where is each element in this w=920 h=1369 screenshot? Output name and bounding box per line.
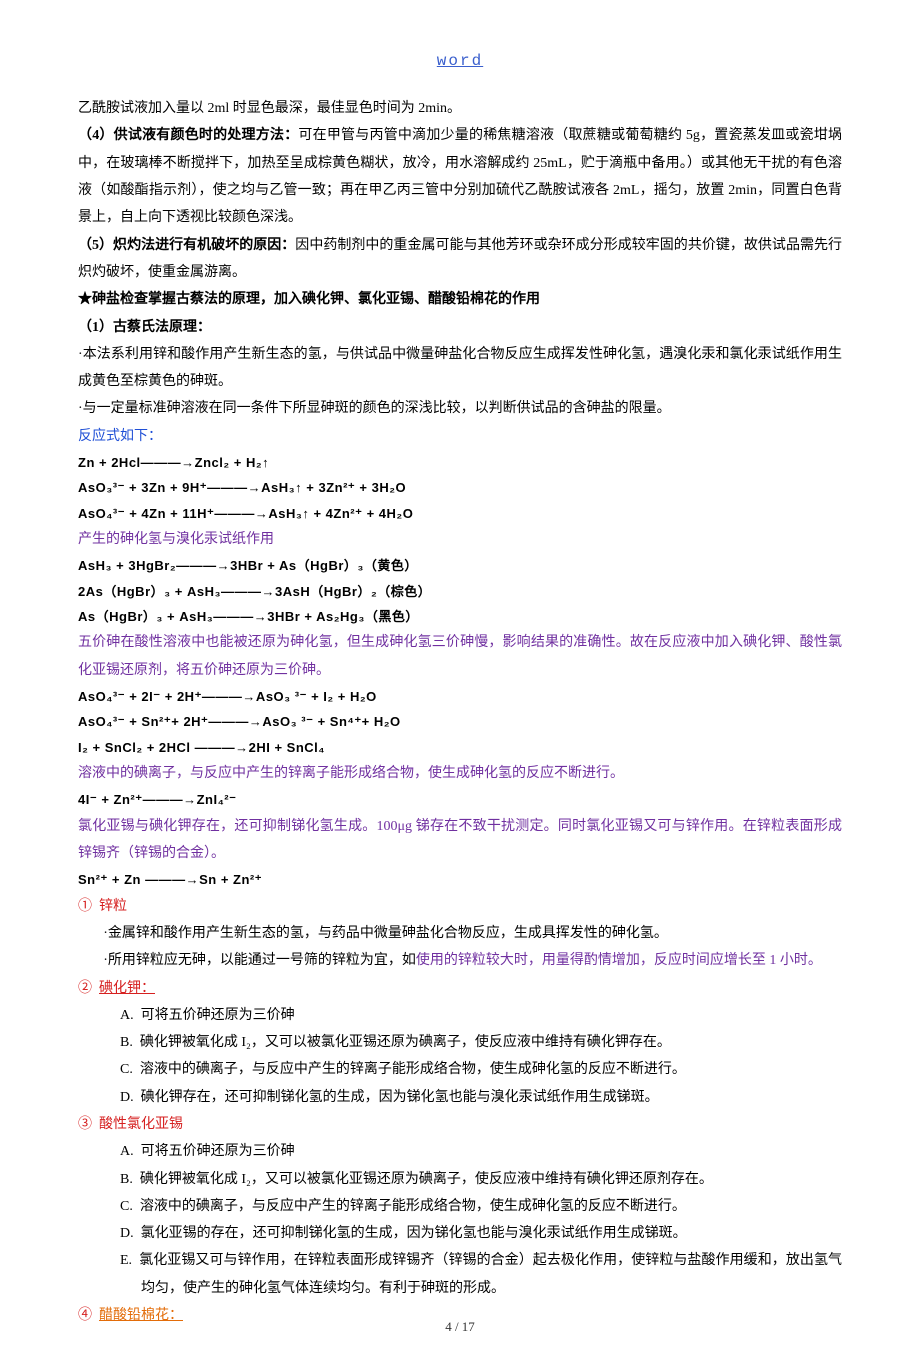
ki-item-c: C. 溶液中的碘离子，与反应中产生的锌离子能形成络合物，使生成砷化氢的反应不断进… (78, 1056, 842, 1083)
circled-1-bullet-1: ·金属锌和酸作用产生新生态的氢，与药品中微量砷盐化合物反应，生成具挥发性的砷化氢… (78, 920, 842, 947)
section-5: （5）炽灼法进行有机破坏的原因：因中药制剂中的重金属可能与其他芳环或杂环成分形成… (78, 232, 842, 287)
circled-1-bullet-2a: ·所用锌粒应无砷，以能通过一号筛的锌粒为宜，如 (103, 953, 416, 968)
ki-item-a: A. 可将五价砷还原为三价砷 (78, 1002, 842, 1029)
sncl-item-a-text: 可将五价砷还原为三价砷 (141, 1144, 295, 1159)
page-header: word (78, 46, 842, 77)
gucai-principle-label: （1）古蔡氏法原理： (78, 314, 842, 341)
equation-7: AsO₄³⁻ + 2I⁻ + 2H⁺———→AsO₃ ³⁻ + I₂ + H₂O (78, 684, 842, 709)
paragraph-intro: 乙酰胺试液加入量以 2ml 时显色最深，最佳显色时间为 2min。 (78, 95, 842, 122)
document-page: word 乙酰胺试液加入量以 2ml 时显色最深，最佳显色时间为 2min。 （… (0, 0, 920, 1369)
circled-2-heading: ② 碘化钾： (78, 975, 842, 1002)
letter-b: B. (120, 1172, 133, 1187)
ki-item-b-text: 碘化钾被氧化成 I₂，又可以被氯化亚锡还原为碘离子，使反应液中维持有碘化钾存在。 (140, 1035, 671, 1050)
circled-1-heading: ① 锌粒 (78, 893, 842, 920)
equation-4: AsH₃ + 3HgBr₂———→3HBr + As（HgBr）₃（黄色） (78, 553, 842, 578)
sncl-item-d-text: 氯化亚锡的存在，还可抑制锑化氢的生成，因为锑化氢也能与溴化汞试纸作用生成锑斑。 (141, 1226, 687, 1241)
sncl-item-b-text: 碘化钾被氧化成 I₂，又可以被氯化亚锡还原为碘离子，使反应液中维持有碘化钾还原剂… (140, 1172, 713, 1187)
gucai-bullet-1: ·本法系利用锌和酸作用产生新生态的氢，与供试品中微量砷盐化合物反应生成挥发性砷化… (78, 341, 842, 396)
sncl-item-a: A. 可将五价砷还原为三价砷 (78, 1138, 842, 1165)
equation-3: AsO₄³⁻ + 4Zn + 11H⁺———→AsH₃↑ + 4Zn²⁺ + 4… (78, 501, 842, 526)
letter-c: C. (120, 1199, 133, 1214)
letter-d: D. (120, 1226, 134, 1241)
circled-3-num: ③ (78, 1117, 92, 1132)
circled-1-bullet-2: ·所用锌粒应无砷，以能通过一号筛的锌粒为宜，如使用的锌粒较大时，用量得酌情增加，… (78, 947, 842, 974)
section-5-label: （5）炽灼法进行有机破坏的原因： (78, 238, 295, 253)
note-iodide: 溶液中的碘离子，与反应中产生的锌离子能形成络合物，使生成砷化氢的反应不断进行。 (78, 760, 842, 787)
letter-a: A. (120, 1008, 134, 1023)
equation-8: AsO₄³⁻ + Sn²⁺+ 2H⁺———→AsO₃ ³⁻ + Sn⁴⁺+ H₂… (78, 709, 842, 734)
letter-b: B. (120, 1035, 133, 1050)
equation-6: As（HgBr）₃ + AsH₃———→3HBr + As₂Hg₃（黑色） (78, 604, 842, 629)
equation-2: AsO₃³⁻ + 3Zn + 9H⁺———→AsH₃↑ + 3Zn²⁺ + 3H… (78, 475, 842, 500)
sncl-item-c: C. 溶液中的碘离子，与反应中产生的锌离子能形成络合物，使生成砷化氢的反应不断进… (78, 1193, 842, 1220)
circled-1-bullet-2b: 使用的锌粒较大时，用量得酌情增加，反应时间应增长至 1 小时。 (416, 953, 822, 968)
equation-9: I₂ + SnCl₂ + 2HCl ———→2HI + SnCl₄ (78, 735, 842, 760)
ki-item-a-text: 可将五价砷还原为三价砷 (141, 1008, 295, 1023)
sncl-item-e: E. 氯化亚锡又可与锌作用，在锌粒表面形成锌锡齐（锌锡的合金）起去极化作用，使锌… (78, 1247, 842, 1302)
ki-item-c-text: 溶液中的碘离子，与反应中产生的锌离子能形成络合物，使生成砷化氢的反应不断进行。 (140, 1062, 686, 1077)
circled-3-title: 酸性氯化亚锡 (99, 1117, 183, 1132)
gucai-bullet-2: ·与一定量标准砷溶液在同一条件下所显砷斑的颜色的深浅比较，以判断供试品的含砷盐的… (78, 395, 842, 422)
equation-10: 4I⁻ + Zn²⁺———→ZnI₄²⁻ (78, 787, 842, 812)
ki-item-d: D. 碘化钾存在，还可抑制锑化氢的生成，因为锑化氢也能与溴化汞试纸作用生成锑斑。 (78, 1084, 842, 1111)
circled-3-heading: ③ 酸性氯化亚锡 (78, 1111, 842, 1138)
equation-11: Sn²⁺ + Zn ———→Sn + Zn²⁺ (78, 867, 842, 892)
note-stannous-chloride: 氯化亚锡与碘化钾存在，还可抑制锑化氢生成。100μg 锑存在不致干扰测定。同时氯… (78, 813, 842, 868)
section-4: （4）供试液有颜色时的处理方法：可在甲管与丙管中滴加少量的稀焦糖溶液（取蔗糖或葡… (78, 122, 842, 231)
note-hgbr: 产生的砷化氢与溴化汞试纸作用 (78, 526, 842, 553)
letter-a: A. (120, 1144, 134, 1159)
ki-item-d-text: 碘化钾存在，还可抑制锑化氢的生成，因为锑化氢也能与溴化汞试纸作用生成锑斑。 (141, 1090, 659, 1105)
letter-c: C. (120, 1062, 133, 1077)
sncl-item-b: B. 碘化钾被氧化成 I₂，又可以被氯化亚锡还原为碘离子，使反应液中维持有碘化钾… (78, 1166, 842, 1193)
sncl-item-d: D. 氯化亚锡的存在，还可抑制锑化氢的生成，因为锑化氢也能与溴化汞试纸作用生成锑… (78, 1220, 842, 1247)
equation-5: 2As（HgBr）₃ + AsH₃———→3AsH（HgBr）₂（棕色） (78, 579, 842, 604)
section-4-label: （4）供试液有颜色时的处理方法： (78, 128, 298, 143)
sncl-item-e-text: 氯化亚锡又可与锌作用，在锌粒表面形成锌锡齐（锌锡的合金）起去极化作用，使锌粒与盐… (139, 1253, 842, 1295)
note-pentavalent: 五价砷在酸性溶液中也能被还原为砷化氢，但生成砷化氢三价砷慢，影响结果的准确性。故… (78, 629, 842, 684)
letter-d: D. (120, 1090, 134, 1105)
letter-e: E. (120, 1253, 132, 1268)
heading-arsenic: ★砷盐检查掌握古蔡法的原理，加入碘化钾、氯化亚锡、醋酸铅棉花的作用 (78, 286, 842, 313)
ki-item-b: B. 碘化钾被氧化成 I₂，又可以被氯化亚锡还原为碘离子，使反应液中维持有碘化钾… (78, 1029, 842, 1056)
circled-1-num: ① (78, 899, 92, 914)
page-footer: 4 / 17 (0, 1314, 920, 1339)
sncl-item-c-text: 溶液中的碘离子，与反应中产生的锌离子能形成络合物，使生成砷化氢的反应不断进行。 (140, 1199, 686, 1214)
equation-1: Zn + 2Hcl———→Zncl₂ + H₂↑ (78, 450, 842, 475)
circled-1-title: 锌粒 (99, 899, 127, 914)
circled-2-title: 碘化钾： (99, 981, 155, 996)
circled-2-num: ② (78, 981, 92, 996)
equations-heading: 反应式如下： (78, 423, 842, 450)
